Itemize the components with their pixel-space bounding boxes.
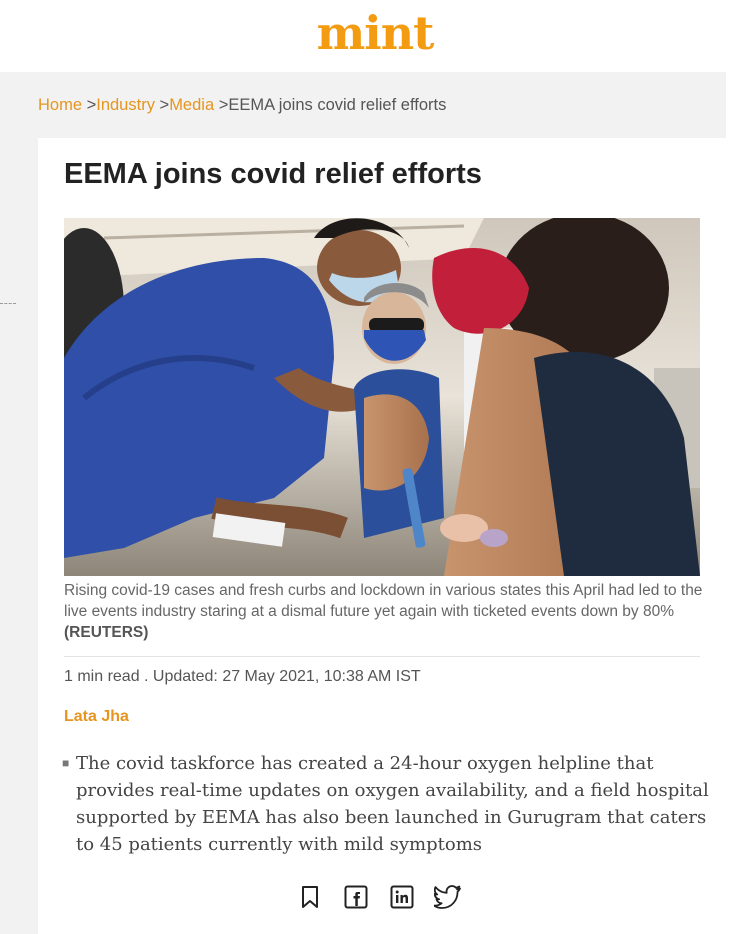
article-title: EEMA joins covid relief efforts — [64, 158, 482, 190]
site-header: mint — [0, 0, 750, 72]
article-meta: 1 min read . Updated: 27 May 2021, 10:38… — [64, 668, 421, 685]
breadcrumb-separator: > — [82, 96, 97, 114]
mint-logo[interactable]: mint — [317, 6, 435, 60]
caption-text: Rising covid-19 cases and fresh curbs an… — [64, 582, 703, 620]
breadcrumb-industry[interactable]: Industry — [96, 96, 155, 114]
linkedin-icon[interactable] — [388, 883, 416, 911]
photo-vaccination-icon — [64, 218, 700, 576]
bullet-icon: ■ — [62, 756, 70, 770]
breadcrumb-media[interactable]: Media — [169, 96, 214, 114]
bookmark-icon[interactable] — [296, 883, 324, 911]
meta-divider — [64, 656, 700, 657]
share-bar — [296, 882, 462, 912]
facebook-icon[interactable] — [342, 883, 370, 911]
twitter-icon[interactable] — [434, 883, 462, 911]
breadcrumb: Home >Industry >Media >EEMA joins covid … — [38, 96, 446, 118]
right-strip — [726, 72, 750, 934]
breadcrumb-home[interactable]: Home — [38, 96, 82, 114]
author-link[interactable]: Lata Jha — [64, 708, 129, 726]
breadcrumb-separator: > — [154, 96, 170, 114]
article-summary: ■ The covid taskforce has created a 24-h… — [62, 750, 722, 858]
breadcrumb-separator: > — [214, 96, 229, 114]
photo-caption: Rising covid-19 cases and fresh curbs an… — [64, 580, 704, 643]
caption-credit: (REUTERS) — [64, 624, 149, 641]
breadcrumb-current: EEMA joins covid relief efforts — [228, 96, 447, 114]
article-card: EEMA joins covid relief efforts Rising c… — [38, 138, 726, 934]
dotted-divider — [0, 303, 16, 304]
summary-text: The covid taskforce has created a 24-hou… — [76, 753, 709, 855]
article-photo[interactable] — [64, 218, 700, 576]
